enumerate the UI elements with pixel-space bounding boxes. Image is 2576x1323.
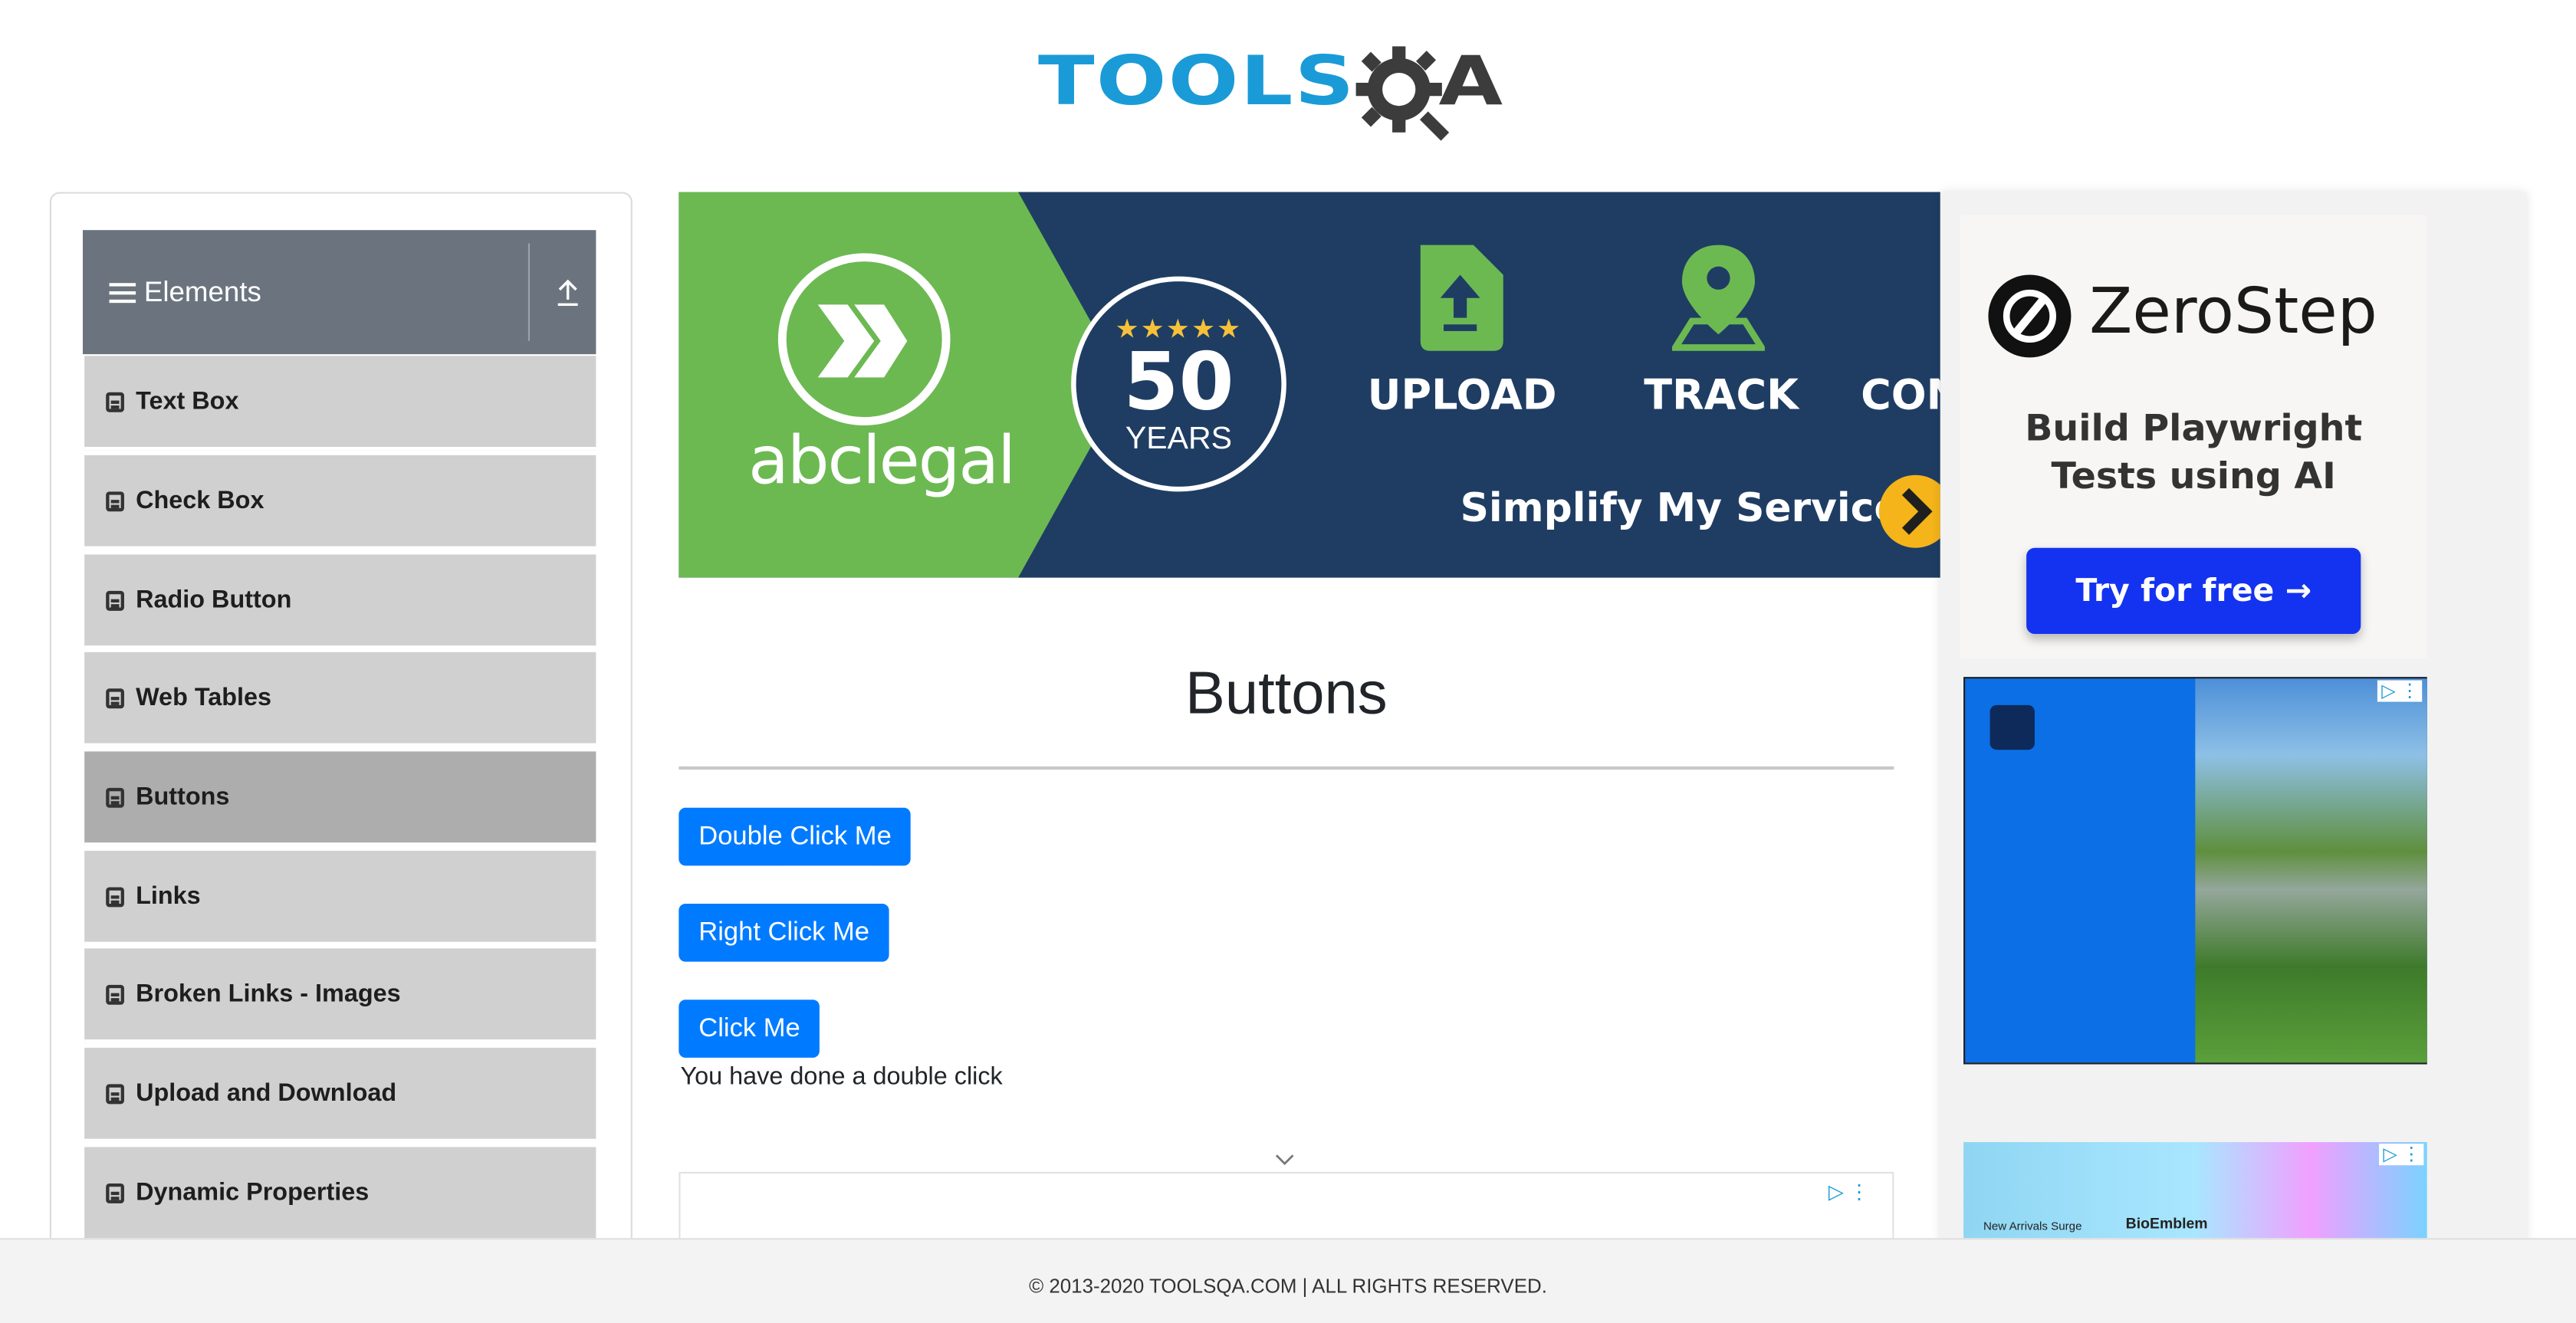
right-ad-column: ZeroStep Build Playwright Tests using AI… bbox=[1940, 192, 2527, 1323]
zerostep-tagline-2: Tests using AI bbox=[2051, 456, 2336, 498]
sidebar-item-label: Web Tables bbox=[136, 683, 272, 712]
ad-logo-square bbox=[1990, 704, 2035, 750]
abclegal-wordmark: abclegal bbox=[748, 423, 1016, 501]
menu-icon bbox=[109, 282, 136, 303]
upload-label: UPLOAD bbox=[1367, 370, 1557, 419]
sidebar-item-label: Upload and Download bbox=[136, 1078, 397, 1108]
house-photo bbox=[2195, 678, 2427, 1063]
logo-qa-text: A bbox=[1438, 41, 1503, 121]
sidebar-item-label: Radio Button bbox=[136, 586, 292, 615]
tiktok-ad-text: New Arrivals Surge bbox=[1983, 1221, 2082, 1233]
zerostep-name: ZeroStep bbox=[2089, 274, 2377, 348]
upload-file-icon bbox=[1420, 245, 1503, 351]
sidebar-item-label: Check Box bbox=[136, 486, 264, 515]
site-header: TOOLS A bbox=[0, 0, 2576, 166]
double-click-button[interactable]: Double Click Me bbox=[678, 807, 912, 866]
chevron-down-icon[interactable] bbox=[1275, 1154, 1295, 1167]
site-footer: © 2013-2020 TOOLSQA.COM | ALL RIGHTS RES… bbox=[0, 1238, 2576, 1323]
chevron-right-icon bbox=[1901, 488, 1933, 535]
footer-copyright: © 2013-2020 TOOLSQA.COM | ALL RIGHTS RES… bbox=[1029, 1274, 1547, 1298]
html5-icon bbox=[106, 391, 124, 412]
sidebar-item-dynamic-properties[interactable]: Dynamic Properties bbox=[84, 1147, 596, 1242]
sidebar-item-upload-download[interactable]: Upload and Download bbox=[84, 1047, 596, 1142]
sidebar-item-label: Links bbox=[136, 881, 201, 911]
html5-icon bbox=[106, 886, 124, 907]
html5-icon bbox=[106, 589, 124, 610]
html5-icon bbox=[106, 1182, 124, 1203]
adchoices-icon[interactable]: ▷ ⋮ bbox=[2377, 680, 2423, 702]
click-me-button[interactable]: Click Me bbox=[678, 1000, 820, 1058]
double-click-message: You have done a double click bbox=[680, 1062, 1003, 1092]
zerostep-ad[interactable]: ZeroStep Build Playwright Tests using AI… bbox=[1960, 215, 2427, 659]
html5-icon bbox=[106, 786, 124, 807]
group-title: Elements bbox=[143, 275, 261, 307]
html5-icon bbox=[106, 491, 124, 511]
sidebar-item-buttons[interactable]: Buttons bbox=[84, 751, 596, 846]
collapse-arrow-icon[interactable] bbox=[554, 278, 581, 308]
abclegal-banner-ad[interactable]: abclegal ★★★★★ 50 YEARS UPLOAD TRACK CON… bbox=[678, 192, 1940, 578]
years-label: YEARS bbox=[1125, 422, 1233, 457]
zerostep-tagline-1: Build Playwright bbox=[2025, 409, 2363, 451]
logo-tools-text: TOOLS bbox=[1037, 41, 1356, 121]
try-for-free-button[interactable]: Try for free → bbox=[2026, 547, 2361, 635]
tiktok-ad-brand: BioEmblem bbox=[2125, 1214, 2208, 1232]
sidebar-item-label: Dynamic Properties bbox=[136, 1178, 370, 1207]
zerostep-logo-icon bbox=[1988, 274, 2072, 358]
gear-magnifier-icon bbox=[1355, 43, 1450, 141]
double-chevron-icon bbox=[817, 304, 908, 378]
sidebar-item-label: Text Box bbox=[136, 387, 239, 416]
toolsqa-logo[interactable]: TOOLS A bbox=[1037, 23, 1503, 141]
fifty-years-badge: ★★★★★ 50 YEARS bbox=[1071, 276, 1286, 492]
house-image-ad[interactable]: ▷ ⋮ bbox=[1963, 677, 2427, 1065]
sidebar-item-label: Buttons bbox=[136, 783, 230, 812]
page-title: Buttons bbox=[1185, 658, 1388, 727]
sidebar-item-radio-button[interactable]: Radio Button bbox=[84, 554, 596, 649]
years-number: 50 bbox=[1123, 336, 1234, 429]
connect-label: CON bbox=[1861, 370, 1940, 419]
sidebar-item-broken-links[interactable]: Broken Links - Images bbox=[84, 948, 596, 1043]
sidebar-item-web-tables[interactable]: Web Tables bbox=[84, 652, 596, 747]
right-click-button[interactable]: Right Click Me bbox=[678, 904, 889, 962]
html5-icon bbox=[106, 983, 124, 1004]
track-label: TRACK bbox=[1644, 370, 1799, 419]
title-divider bbox=[678, 766, 1894, 770]
adchoices-icon[interactable]: ▷ ⋮ bbox=[2380, 1144, 2424, 1166]
html5-icon bbox=[106, 1083, 124, 1104]
sidebar-item-text-box[interactable]: Text Box bbox=[84, 356, 596, 451]
banner-arrow-button[interactable] bbox=[1878, 474, 1940, 548]
banner-cta-text: Simplify My Service bbox=[1460, 484, 1901, 532]
sidebar-item-label: Broken Links - Images bbox=[136, 980, 401, 1009]
elements-group-header[interactable]: Elements bbox=[82, 230, 596, 355]
sidebar: Elements Text Box Check Box Radio Button… bbox=[49, 192, 632, 1323]
sidebar-item-links[interactable]: Links bbox=[84, 850, 596, 946]
adchoices-icon[interactable]: ▷ ⋮ bbox=[1829, 1180, 1869, 1203]
html5-icon bbox=[106, 688, 124, 708]
group-divider bbox=[527, 243, 531, 341]
sidebar-item-check-box[interactable]: Check Box bbox=[84, 455, 596, 550]
track-location-icon bbox=[1671, 245, 1765, 351]
